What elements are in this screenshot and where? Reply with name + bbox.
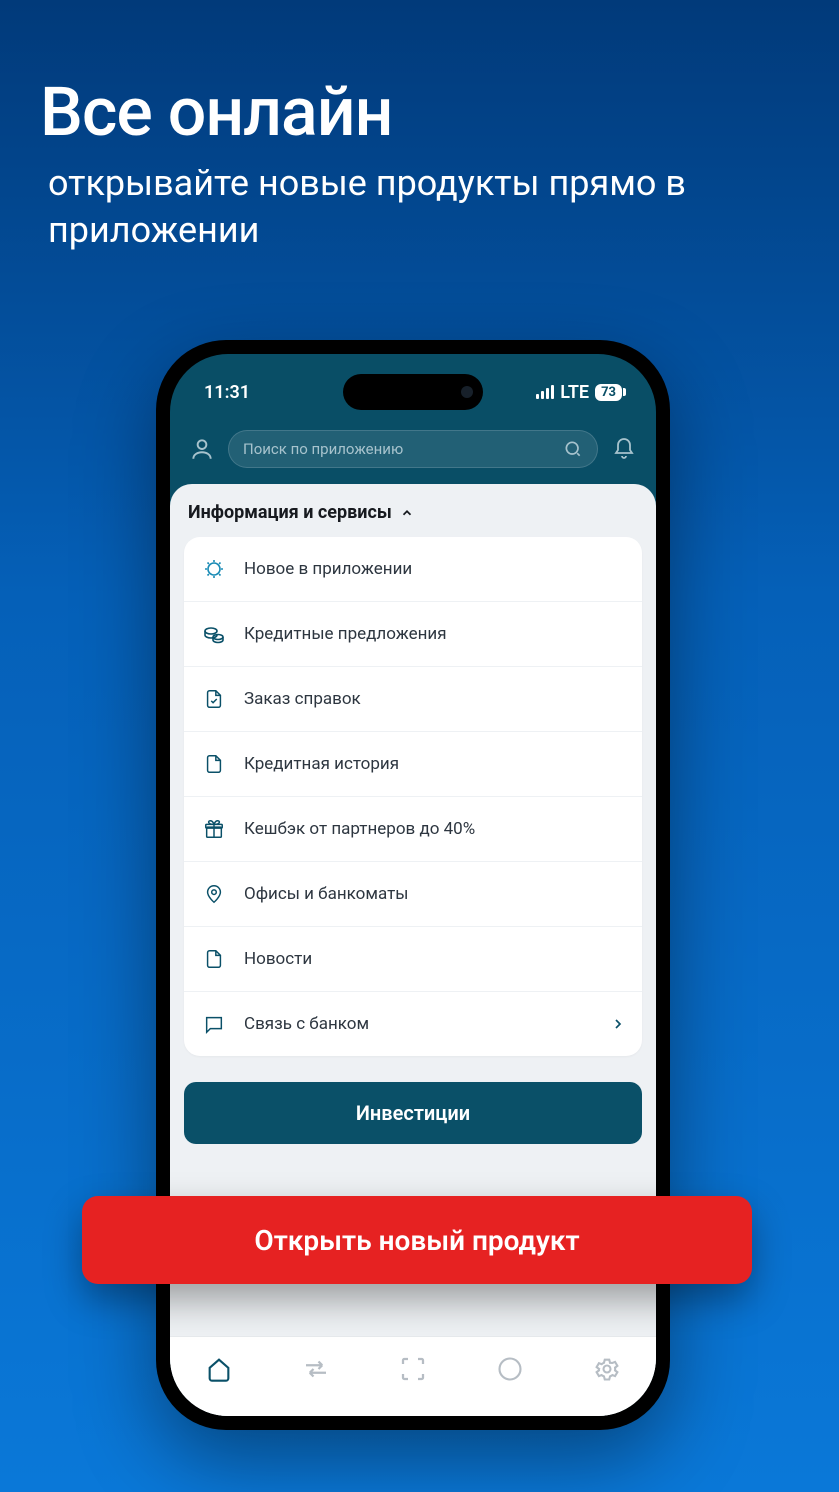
status-time: 11:31 xyxy=(204,382,250,403)
signal-icon xyxy=(536,385,554,399)
menu-item-locations[interactable]: Офисы и банкоматы xyxy=(184,862,642,927)
profile-icon[interactable] xyxy=(186,433,218,465)
app-header: Поиск по приложению xyxy=(170,424,656,474)
menu-label: Новое в приложении xyxy=(244,559,626,579)
nav-chat-icon[interactable] xyxy=(490,1349,530,1389)
coins-icon xyxy=(200,620,228,648)
bell-icon[interactable] xyxy=(608,433,640,465)
menu-item-certificates[interactable]: Заказ справок xyxy=(184,667,642,732)
menu-label: Кредитная история xyxy=(244,754,626,774)
status-right: LTE 73 xyxy=(536,382,622,403)
gift-icon xyxy=(200,815,228,843)
page-icon xyxy=(200,945,228,973)
investments-label: Инвестиции xyxy=(356,1101,470,1125)
menu-label: Новости xyxy=(244,949,626,969)
menu-item-news[interactable]: Новости xyxy=(184,927,642,992)
nav-home-icon[interactable] xyxy=(199,1349,239,1389)
menu-card: Новое в приложении Кредитные предложения… xyxy=(184,537,642,1056)
nav-transfers-icon[interactable] xyxy=(296,1349,336,1389)
menu-label: Заказ справок xyxy=(244,689,626,709)
menu-label: Кешбэк от партнеров до 40% xyxy=(244,819,626,839)
search-input[interactable]: Поиск по приложению xyxy=(228,430,598,468)
open-product-button[interactable]: Открыть новый продукт xyxy=(82,1196,752,1284)
chevron-up-icon xyxy=(400,506,414,520)
menu-label: Офисы и банкоматы xyxy=(244,884,626,904)
search-placeholder: Поиск по приложению xyxy=(243,440,555,458)
new-icon xyxy=(200,555,228,583)
menu-item-contact[interactable]: Связь с банком xyxy=(184,992,642,1056)
menu-item-credit-history[interactable]: Кредитная история xyxy=(184,732,642,797)
pin-icon xyxy=(200,880,228,908)
section-header[interactable]: Информация и сервисы xyxy=(184,498,642,537)
promo-subtitle: открывайте новые продукты прямо в прилож… xyxy=(40,160,839,254)
section-title: Информация и сервисы xyxy=(188,502,392,523)
doc-check-icon xyxy=(200,685,228,713)
nav-scan-icon[interactable] xyxy=(393,1349,433,1389)
menu-item-cashback[interactable]: Кешбэк от партнеров до 40% xyxy=(184,797,642,862)
search-icon xyxy=(563,439,583,459)
doc-icon xyxy=(200,750,228,778)
menu-item-new[interactable]: Новое в приложении xyxy=(184,537,642,602)
bottom-nav xyxy=(170,1336,656,1416)
nav-settings-icon[interactable] xyxy=(587,1349,627,1389)
chevron-right-icon xyxy=(610,1016,626,1032)
battery-icon: 73 xyxy=(595,384,622,401)
chat-icon xyxy=(200,1010,228,1038)
investments-button[interactable]: Инвестиции xyxy=(184,1082,642,1144)
menu-label: Связь с банком xyxy=(244,1014,594,1034)
dynamic-island xyxy=(343,374,483,410)
menu-item-credit-offers[interactable]: Кредитные предложения xyxy=(184,602,642,667)
promo-block: Все онлайн открывайте новые продукты пря… xyxy=(40,72,839,254)
cta-label: Открыть новый продукт xyxy=(254,1224,579,1257)
promo-title: Все онлайн xyxy=(40,72,839,152)
status-network: LTE xyxy=(560,382,589,403)
menu-label: Кредитные предложения xyxy=(244,624,626,644)
